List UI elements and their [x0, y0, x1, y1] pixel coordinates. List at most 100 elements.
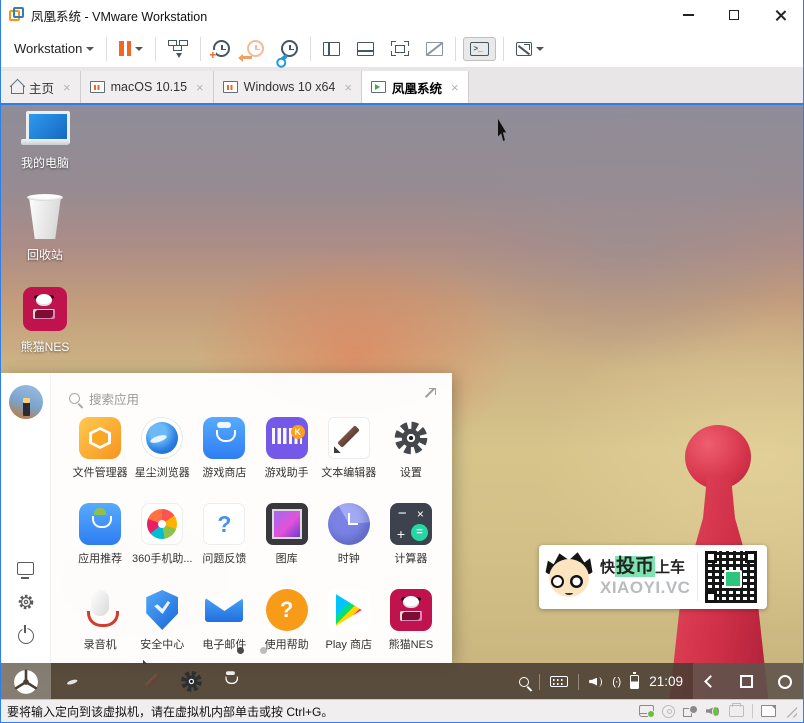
maximize-button[interactable]	[711, 0, 757, 30]
status-bar: 要将输入定向到该虚拟机，请在虚拟机内部单击或按 Ctrl+G。	[1, 699, 803, 722]
volume-icon[interactable]	[589, 676, 603, 688]
battery-icon[interactable]	[630, 672, 640, 689]
desktop-button[interactable]	[9, 551, 43, 585]
phoenix-logo-icon	[14, 668, 38, 694]
console-icon: >_	[470, 41, 490, 56]
settings-button[interactable]	[9, 585, 43, 619]
watermark-tagline: 快投币上车	[600, 556, 686, 578]
console-view-button[interactable]: >_	[463, 36, 497, 61]
hard-disk-icon[interactable]	[639, 705, 655, 718]
revert-snapshot-button[interactable]	[238, 36, 269, 62]
send-ctrl-alt-del-button[interactable]	[163, 36, 193, 61]
launcher-panel: 搜索应用 文件管理器 星尘浏览器 游戏商店 K 游戏助手 文本编辑器 设置 应用推…	[51, 373, 452, 663]
snapshot-icon: +	[209, 40, 231, 61]
taskbar-game-store[interactable]	[217, 668, 244, 700]
search-placeholder: 搜索应用	[89, 392, 140, 407]
close-tab-icon[interactable]: ×	[344, 80, 352, 95]
cd-rom-icon[interactable]	[662, 704, 675, 718]
vm-screen[interactable]: 我的电脑 回收站 熊猫NES 搜索应用 文件管理器 星尘浏览器 游戏商店 K 游…	[1, 103, 803, 700]
revert-snapshot-icon	[238, 40, 265, 62]
manage-snapshots-button[interactable]	[276, 36, 303, 64]
back-icon[interactable]	[703, 675, 717, 688]
app-file-manager[interactable]: 文件管理器	[69, 417, 131, 493]
manage-snapshots-icon	[277, 40, 299, 64]
clock-time[interactable]: 21:09	[649, 674, 683, 689]
app-search[interactable]: 搜索应用	[69, 387, 452, 409]
recycle-bin-icon	[25, 194, 65, 239]
take-snapshot-button[interactable]: +	[208, 36, 235, 61]
app-game-store[interactable]: 游戏商店	[193, 417, 255, 493]
app-calculator[interactable]: − × + = 计算器	[380, 503, 442, 579]
app-text-editor[interactable]: 文本编辑器	[318, 417, 380, 493]
tab-macos[interactable]: macOS 10.15 ×	[80, 71, 214, 103]
taskbar-browser[interactable]	[61, 668, 88, 695]
start-button[interactable]	[1, 663, 51, 700]
tab-windows10[interactable]: Windows 10 x64 ×	[213, 71, 362, 103]
network-adapter-icon[interactable]	[683, 705, 698, 717]
fit-guest-button[interactable]	[511, 38, 549, 60]
vm-paused-icon	[89, 81, 105, 93]
close-button[interactable]	[757, 0, 803, 30]
fullscreen-button[interactable]	[386, 37, 414, 60]
launcher-sidebar	[1, 373, 51, 663]
tab-bar: 主页 × macOS 10.15 × Windows 10 x64 × 凤凰系统…	[1, 68, 803, 103]
app-gallery[interactable]: 图库	[256, 503, 318, 579]
workstation-menu-button[interactable]: Workstation	[9, 37, 99, 60]
my-computer-icon	[21, 111, 70, 147]
app-recommend[interactable]: 应用推荐	[69, 503, 131, 579]
fullscreen-icon	[391, 41, 410, 56]
mouse-cursor	[498, 119, 507, 142]
page-dot[interactable]	[259, 647, 267, 654]
close-tab-icon[interactable]: ×	[63, 80, 71, 95]
close-tab-icon[interactable]: ×	[451, 80, 459, 95]
tab-home[interactable]: 主页 ×	[1, 71, 81, 103]
minimize-button[interactable]	[665, 0, 711, 30]
printer-icon[interactable]	[729, 703, 744, 717]
system-tray: (·) 21:09	[519, 663, 693, 700]
home-circle-icon[interactable]	[778, 674, 793, 689]
chevron-down-icon	[86, 46, 95, 51]
power-icon	[17, 625, 34, 644]
fit-guest-icon	[516, 41, 533, 56]
message-log-icon[interactable]	[761, 705, 776, 717]
network-icon[interactable]: (·)	[612, 676, 621, 688]
user-avatar[interactable]	[8, 385, 43, 419]
search-icon[interactable]	[519, 676, 530, 687]
desktop-icon-panda-nes[interactable]: 熊猫NES	[9, 287, 81, 355]
android-nav-bar	[693, 663, 803, 700]
power-button[interactable]	[9, 619, 43, 653]
watermark-card: 快投币上车 XIAOYI.VC	[539, 545, 767, 609]
page-dot-active[interactable]	[236, 647, 244, 654]
desktop-icon-my-computer[interactable]: 我的电脑	[9, 111, 81, 171]
taskbar-apps	[61, 668, 244, 700]
app-feedback[interactable]: ? 问题反馈	[193, 503, 255, 579]
unity-mode-button[interactable]	[421, 38, 448, 60]
recents-icon[interactable]	[739, 675, 753, 688]
search-icon	[69, 392, 80, 404]
game-store-icon	[203, 417, 246, 459]
tab-phoenix-os[interactable]: 凤凰系统 ×	[361, 71, 469, 103]
taskbar-text-editor[interactable]	[139, 668, 166, 695]
close-tab-icon[interactable]: ×	[196, 80, 204, 95]
shield-icon	[141, 589, 183, 631]
settings-gear-icon	[390, 417, 432, 459]
keyboard-icon[interactable]	[550, 676, 569, 687]
app-360-assistant[interactable]: 360手机助...	[131, 503, 193, 579]
show-thumbnail-bar-button[interactable]	[352, 38, 379, 60]
suspend-vm-button[interactable]	[114, 37, 148, 60]
app-clock[interactable]: 时钟	[318, 503, 380, 579]
show-library-button[interactable]	[318, 38, 345, 60]
resize-grip[interactable]	[784, 704, 797, 718]
app-game-assistant[interactable]: K 游戏助手	[256, 417, 318, 493]
pinwheel-icon	[141, 503, 184, 545]
play-store-icon	[327, 589, 370, 631]
app-browser[interactable]: 星尘浏览器	[131, 417, 193, 493]
taskbar-file-manager[interactable]	[100, 668, 127, 695]
desktop-icon-recycle-bin[interactable]: 回收站	[9, 194, 81, 263]
calculator-icon: − × + =	[389, 503, 432, 545]
taskbar-settings[interactable]	[178, 668, 205, 700]
app-settings[interactable]: 设置	[380, 417, 442, 493]
expand-launcher-icon[interactable]	[425, 388, 436, 399]
sound-icon[interactable]	[706, 705, 721, 717]
status-message: 要将输入定向到该虚拟机，请在虚拟机内部单击或按 Ctrl+G。	[7, 704, 334, 719]
